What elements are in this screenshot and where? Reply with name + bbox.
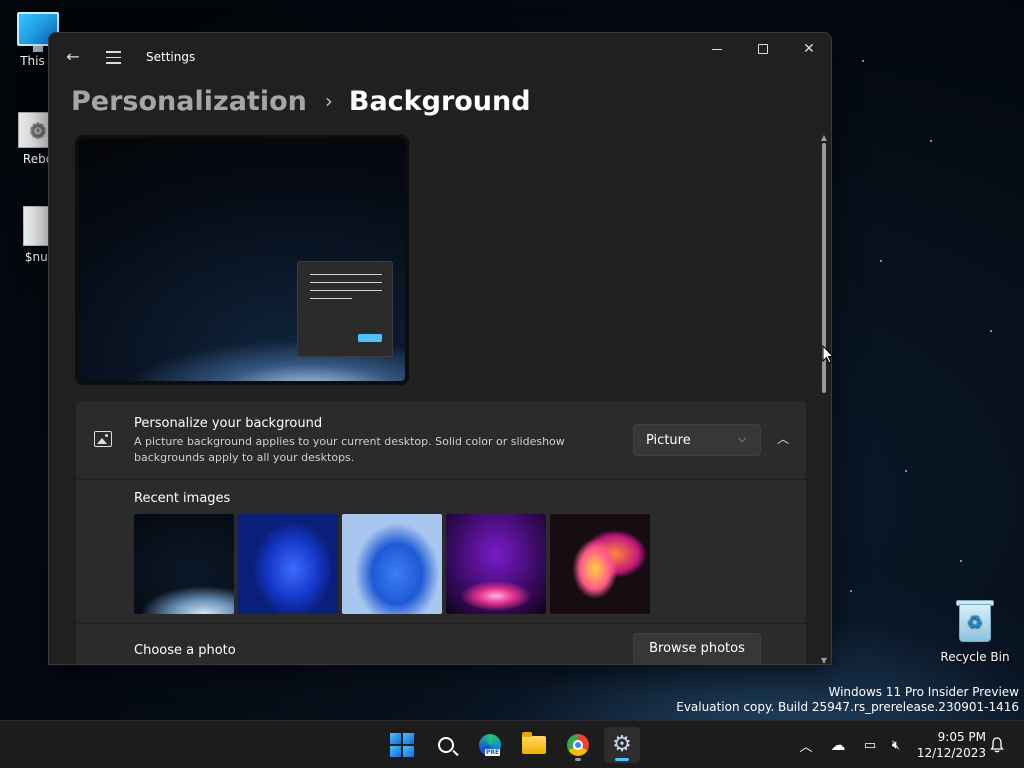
chevron-right-icon: › [324,89,333,113]
breadcrumb-personalization[interactable]: Personalization [71,86,307,117]
desktop-preview [75,135,409,385]
recent-image-thumbnail[interactable] [550,514,650,614]
desktop-icon-label: Recycle Bin [940,650,1010,664]
windows-logo-icon [390,733,414,757]
chevron-up-icon: ︿ [799,739,813,755]
network-icon: ▭ [863,737,877,753]
window-title: Settings [146,50,196,64]
chrome-icon [567,734,589,756]
minimize-icon [712,48,722,50]
settings-window: ← Settings ✕ Personalization › Backgroun… [48,32,832,665]
maximize-button[interactable] [740,33,786,65]
picture-icon [94,431,112,447]
setting-description: A picture background applies to your cur… [134,435,565,464]
chevron-down-icon: ⌵ [738,432,747,445]
cloud-off-icon: ☁ [830,736,846,754]
background-type-dropdown[interactable]: Picture ⌵ [633,424,761,456]
collapse-button[interactable]: ︿ [772,428,794,450]
setting-title: Personalize your background [134,416,323,431]
taskbar-chrome[interactable] [560,727,596,763]
show-hidden-icons-button[interactable]: ︿ [794,721,818,768]
minimize-button[interactable] [694,33,740,65]
scrollbar[interactable]: ▲ ▼ [820,133,828,664]
folder-icon [522,732,546,754]
close-icon: ✕ [803,41,815,57]
choose-photo-label: Choose a photo [134,643,236,658]
hamburger-menu-icon[interactable] [103,47,123,67]
close-button[interactable]: ✕ [786,33,831,65]
mouse-cursor-icon [822,345,834,364]
taskbar-edge-preview[interactable]: PRE [472,727,508,763]
search-icon [438,737,454,753]
desktop-icon-recycle-bin[interactable]: ♻ Recycle Bin [940,598,1010,664]
preview-window-mock [297,261,393,357]
bell-icon [990,737,1004,753]
chevron-up-icon: ︿ [776,432,789,446]
title-bar[interactable]: ← Settings ✕ [49,33,831,81]
active-indicator [615,758,629,761]
edge-browser-icon: PRE [479,734,501,756]
start-button[interactable] [384,727,420,763]
clock-date: 12/12/2023 [916,746,986,760]
watermark-line: Windows 11 Pro Insider Preview [828,685,1019,699]
tray-onedrive[interactable]: ☁ [824,721,852,768]
browse-photos-button[interactable]: Browse photos [633,633,761,664]
tray-network[interactable]: ▭ [858,721,882,768]
taskbar: PRE ⚙ ︿ ☁ ▭ 🔇︎ 9:05 PM 12/12/2023 [0,720,1024,768]
taskbar-settings[interactable]: ⚙ [604,727,640,763]
recycle-bin-icon: ♻ [955,598,995,642]
recent-image-thumbnail[interactable] [238,514,338,614]
scroll-up-arrow-icon[interactable]: ▲ [820,133,828,142]
running-indicator [575,758,581,761]
gear-icon: ⚙ [612,732,632,757]
search-button[interactable] [428,727,464,763]
scroll-down-arrow-icon[interactable]: ▼ [820,656,828,664]
recent-images-section: Recent images [76,480,806,623]
recent-images-label: Recent images [134,491,231,506]
recent-image-thumbnail[interactable] [342,514,442,614]
clock[interactable]: 9:05 PM 12/12/2023 [912,729,986,761]
dropdown-value: Picture [646,433,691,448]
page-title: Background [348,85,531,117]
maximize-icon [758,44,768,54]
taskbar-file-explorer[interactable] [516,727,552,763]
recent-image-thumbnail[interactable] [134,514,234,614]
breadcrumb: Personalization › Background [71,81,531,121]
choose-photo-row: Choose a photo Browse photos [76,624,806,664]
recent-image-thumbnail[interactable] [446,514,546,614]
volume-muted-icon: 🔇︎ [891,737,901,753]
clock-time: 9:05 PM [937,730,986,744]
notifications-button[interactable] [986,721,1008,768]
back-arrow-icon[interactable]: ← [63,47,83,67]
personalize-background-setting[interactable]: Personalize your background A picture ba… [76,401,806,479]
tray-volume[interactable]: 🔇︎ [884,721,908,768]
watermark-line: Evaluation copy. Build 25947.rs_prerelea… [676,700,1019,714]
evaluation-watermark: Windows 11 Pro Insider Preview Evaluatio… [676,685,1019,715]
